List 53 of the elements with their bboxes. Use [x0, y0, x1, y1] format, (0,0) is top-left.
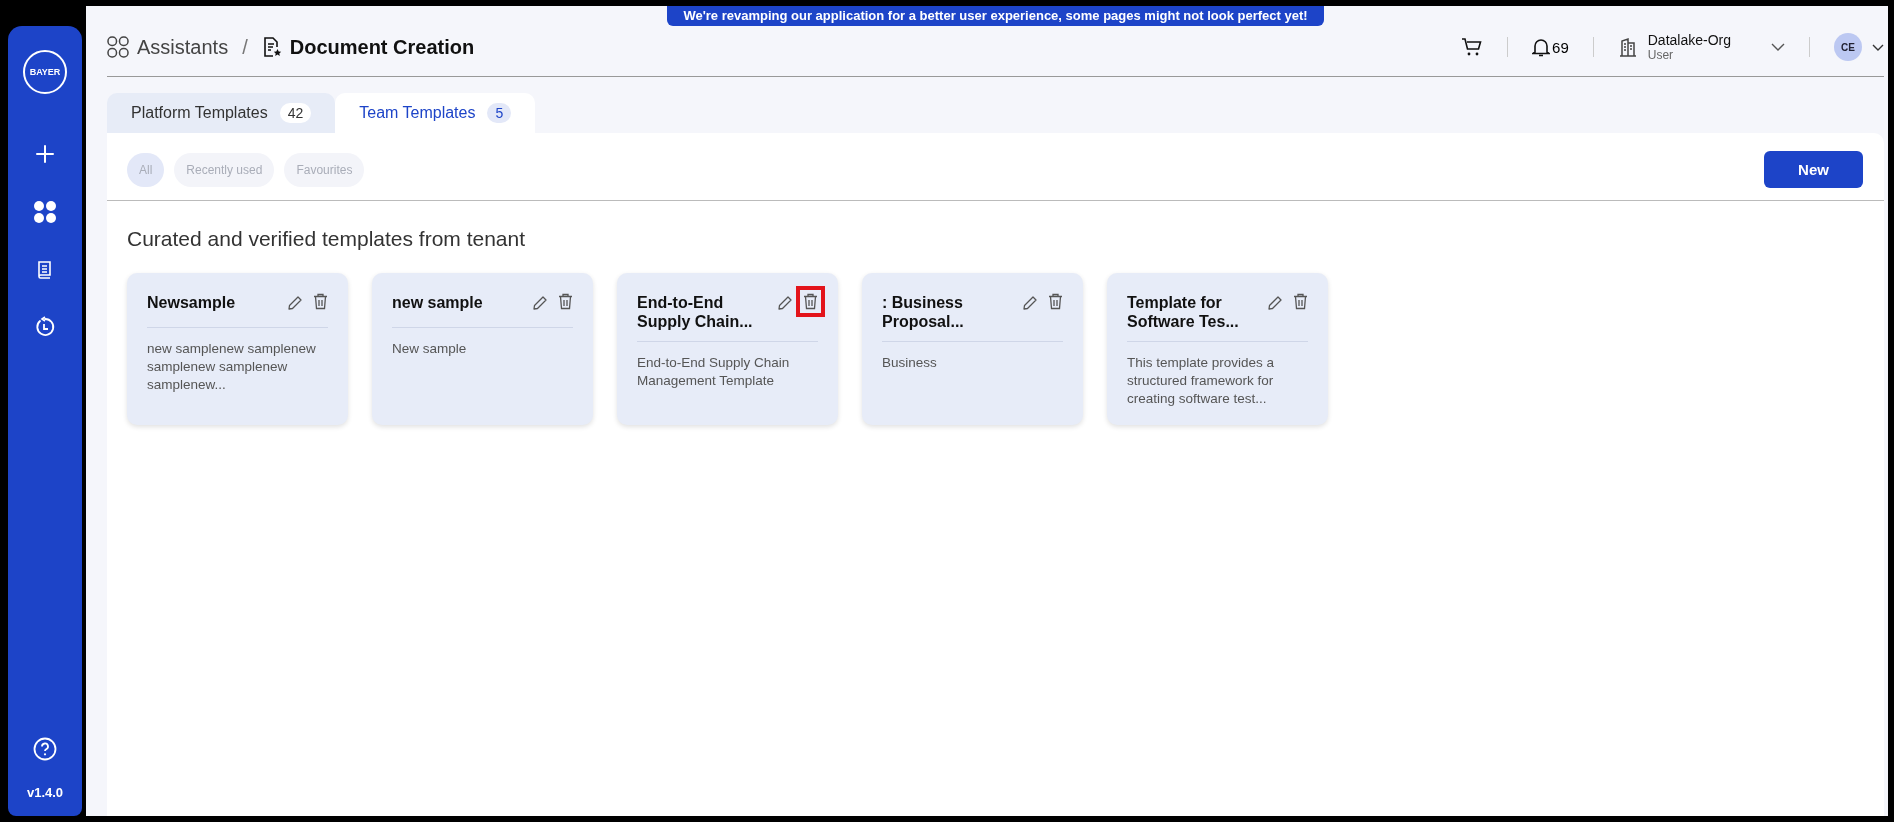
document-star-icon — [261, 36, 282, 58]
new-button[interactable]: New — [1764, 151, 1863, 188]
template-card[interactable]: : Business Proposal... Business — [862, 273, 1083, 425]
template-card[interactable]: End-to-End Supply Chain... End-to-End Supply Chain Management Template — [617, 273, 838, 425]
trash-icon[interactable] — [313, 293, 328, 310]
version-label: v1.4.0 — [26, 785, 64, 800]
breadcrumb-link[interactable]: Assistants — [137, 35, 229, 59]
tab[interactable]: Team Templates 5 — [335, 93, 536, 133]
template-card[interactable]: new sample New sample — [372, 273, 593, 425]
card-description: This template provides a structured framework for creating software test... — [1127, 354, 1276, 408]
card-title: Template for Software Tes... — [1127, 293, 1240, 331]
tab[interactable]: Platform Templates 42 — [107, 93, 336, 133]
bell-icon[interactable] — [1532, 37, 1551, 57]
help-icon[interactable] — [33, 737, 57, 761]
user-role: User — [1647, 48, 1675, 62]
chevron-down-icon[interactable] — [1872, 43, 1884, 51]
template-card[interactable]: Newsample new samplenew samplenew samplenew samplenew samplenew... — [127, 273, 348, 425]
card-title: Newsample — [147, 293, 237, 312]
cart-icon[interactable] — [1461, 37, 1484, 57]
chevron-down-icon[interactable] — [1771, 43, 1785, 51]
trash-icon[interactable] — [1293, 293, 1308, 310]
pencil-icon[interactable] — [777, 295, 793, 311]
pencil-icon[interactable] — [1267, 295, 1283, 311]
grid-icon — [107, 36, 129, 58]
card-title: End-to-End Supply Chain... — [637, 293, 754, 331]
notification-count: 69 — [1552, 38, 1569, 56]
page-title: Document Creation — [289, 35, 475, 59]
pencil-icon[interactable] — [287, 295, 303, 311]
card-title: new sample — [392, 293, 484, 312]
history-icon[interactable] — [34, 316, 56, 338]
user-avatar[interactable]: CE — [1834, 33, 1862, 61]
breadcrumb-separator: / — [242, 35, 248, 59]
plus-icon[interactable] — [35, 144, 55, 164]
tab-count: 42 — [279, 103, 312, 123]
building-icon — [1617, 37, 1638, 57]
card-description: Business — [882, 354, 938, 372]
card-description: new samplenew samplenew samplenew samplenew samplenew... — [147, 340, 317, 394]
announcement-banner: We're revamping our application for a better user experience, some pages might not look perfect yet! — [667, 6, 1324, 26]
organization-name: Datalake-Org — [1647, 32, 1731, 48]
pencil-icon[interactable] — [1022, 295, 1038, 311]
trash-icon[interactable] — [803, 293, 818, 310]
logo: BAYER — [23, 50, 67, 94]
card-description: New sample — [392, 340, 468, 358]
card-description: End-to-End Supply Chain Management Template — [637, 354, 791, 390]
pencil-icon[interactable] — [532, 295, 548, 311]
template-card[interactable]: Template for Software Tes... This template provides a structured framework for creating software test... — [1107, 273, 1328, 425]
grid-icon[interactable] — [33, 200, 57, 224]
book-icon[interactable] — [36, 260, 54, 280]
card-title: : Business Proposal... — [882, 293, 965, 331]
section-heading: Curated and verified templates from tenant — [127, 227, 527, 251]
trash-icon[interactable] — [1048, 293, 1063, 310]
tab-count: 5 — [487, 103, 512, 123]
trash-icon[interactable] — [558, 293, 573, 310]
